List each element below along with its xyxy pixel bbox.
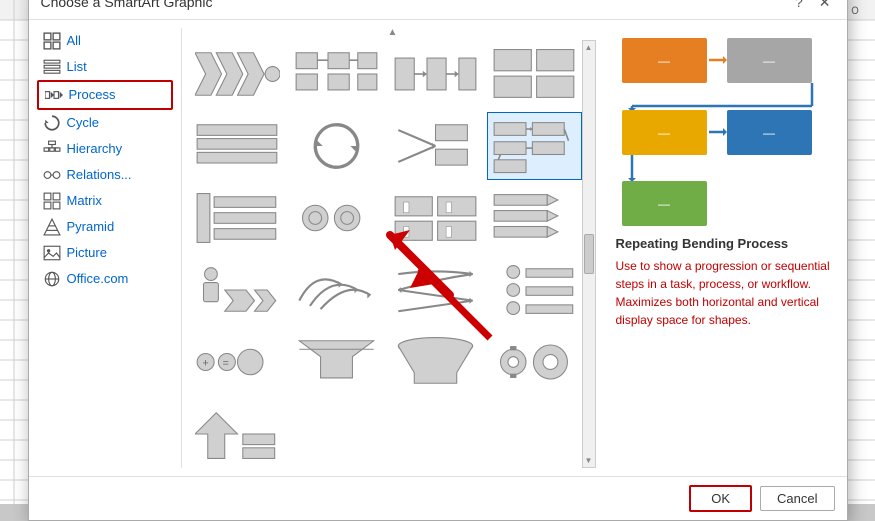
all-label: All bbox=[67, 33, 81, 48]
svg-text:—: — bbox=[763, 54, 775, 68]
ok-button[interactable]: OK bbox=[689, 485, 752, 512]
office-icon bbox=[43, 270, 61, 288]
sidebar-item-officecom[interactable]: Office.com bbox=[37, 266, 173, 292]
sidebar-item-pyramid[interactable]: Pyramid bbox=[37, 214, 173, 240]
smartart-icon-2x2-grid[interactable] bbox=[487, 40, 582, 108]
process-label: Process bbox=[69, 87, 116, 102]
smartart-icon-equation-process[interactable]: + = bbox=[190, 328, 285, 396]
smartart-icon-arrow-up[interactable] bbox=[190, 400, 285, 468]
preview-description: Use to show a progression or sequential … bbox=[616, 257, 839, 329]
svg-text:—: — bbox=[763, 126, 775, 140]
svg-text:—: — bbox=[658, 197, 670, 211]
title-bar-controls: ? ✕ bbox=[791, 0, 835, 11]
smartart-icon-split-arrows[interactable] bbox=[388, 112, 483, 180]
office-label: Office.com bbox=[67, 271, 129, 286]
matrix-label: Matrix bbox=[67, 193, 102, 208]
process-icon bbox=[45, 86, 63, 104]
smartart-icon-circle-list2[interactable] bbox=[487, 256, 582, 324]
category-list: All List bbox=[37, 28, 182, 468]
sidebar-item-relations[interactable]: Relations... bbox=[37, 162, 173, 188]
smartart-icon-text-box-grid[interactable] bbox=[388, 184, 483, 252]
smartart-icon-chevron-process[interactable] bbox=[190, 40, 285, 108]
scroll-thumb[interactable] bbox=[584, 234, 594, 274]
picture-label: Picture bbox=[67, 245, 107, 260]
list-icon bbox=[43, 58, 61, 76]
pyramid-label: Pyramid bbox=[67, 219, 115, 234]
smartart-icon-horizontal-process[interactable] bbox=[388, 40, 483, 108]
svg-text:+: + bbox=[202, 357, 208, 369]
dialog-title: Choose a SmartArt Graphic bbox=[41, 0, 213, 10]
hierarchy-icon bbox=[43, 140, 61, 158]
svg-text:=: = bbox=[222, 357, 228, 369]
hierarchy-label: Hierarchy bbox=[67, 141, 123, 156]
smartart-icons-panel: ▲ bbox=[182, 28, 604, 468]
matrix-icon bbox=[43, 192, 61, 210]
smartart-icon-grid: + = bbox=[190, 40, 582, 468]
smartart-icon-repeating-bending[interactable] bbox=[487, 112, 582, 180]
svg-text:—: — bbox=[658, 126, 670, 140]
dialog-footer: OK Cancel bbox=[29, 476, 847, 520]
dialog-body: All List bbox=[29, 20, 847, 476]
close-button[interactable]: ✕ bbox=[815, 0, 835, 11]
smartart-icon-person-process[interactable] bbox=[190, 256, 285, 324]
relations-icon bbox=[43, 166, 61, 184]
grid-scroll-container: + = bbox=[190, 40, 596, 468]
smartart-icon-flow-process[interactable] bbox=[289, 40, 384, 108]
pyramid-icon bbox=[43, 218, 61, 236]
sidebar-item-all[interactable]: All bbox=[37, 28, 173, 54]
smartart-icon-gear-process[interactable] bbox=[487, 328, 582, 396]
smartart-icon-funnel2[interactable] bbox=[388, 328, 483, 396]
relations-label: Relations... bbox=[67, 167, 132, 182]
middle-scrollbar[interactable]: ▲ ▼ bbox=[582, 40, 596, 468]
preview-title: Repeating Bending Process bbox=[616, 236, 839, 251]
sidebar-item-picture[interactable]: Picture bbox=[37, 240, 173, 266]
smartart-icon-vertical-list[interactable] bbox=[190, 184, 285, 252]
sidebar-item-cycle[interactable]: Cycle bbox=[37, 110, 173, 136]
sidebar-item-matrix[interactable]: Matrix bbox=[37, 188, 173, 214]
scroll-up-indicator: ▲ bbox=[190, 28, 596, 38]
smartart-icon-curved-arrows[interactable] bbox=[289, 256, 384, 324]
smartart-icon-circle-grid[interactable] bbox=[289, 184, 384, 252]
dialog-title-bar: Choose a SmartArt Graphic ? ✕ bbox=[29, 0, 847, 20]
preview-diagram-area: — — — bbox=[616, 28, 839, 228]
smartart-icon-snake-arrows[interactable] bbox=[388, 256, 483, 324]
all-icon bbox=[43, 32, 61, 50]
cycle-icon bbox=[43, 114, 61, 132]
cycle-label: Cycle bbox=[67, 115, 100, 130]
smartart-dialog: Choose a SmartArt Graphic ? ✕ bbox=[28, 0, 848, 521]
smartart-icon-circular-arrows[interactable] bbox=[289, 112, 384, 180]
sidebar-item-list[interactable]: List bbox=[37, 54, 173, 80]
svg-text:—: — bbox=[658, 54, 670, 68]
help-button[interactable]: ? bbox=[791, 0, 807, 11]
smartart-icon-funnel-steps[interactable] bbox=[289, 328, 384, 396]
sidebar-item-hierarchy[interactable]: Hierarchy bbox=[37, 136, 173, 162]
preview-panel: — — — bbox=[604, 28, 839, 468]
smartart-icon-stacked-process[interactable] bbox=[190, 112, 285, 180]
picture-icon bbox=[43, 244, 61, 262]
cancel-button[interactable]: Cancel bbox=[760, 486, 834, 511]
list-label: List bbox=[67, 59, 87, 74]
sidebar-item-process[interactable]: Process bbox=[37, 80, 173, 110]
smartart-icon-arrow-list[interactable] bbox=[487, 184, 582, 252]
